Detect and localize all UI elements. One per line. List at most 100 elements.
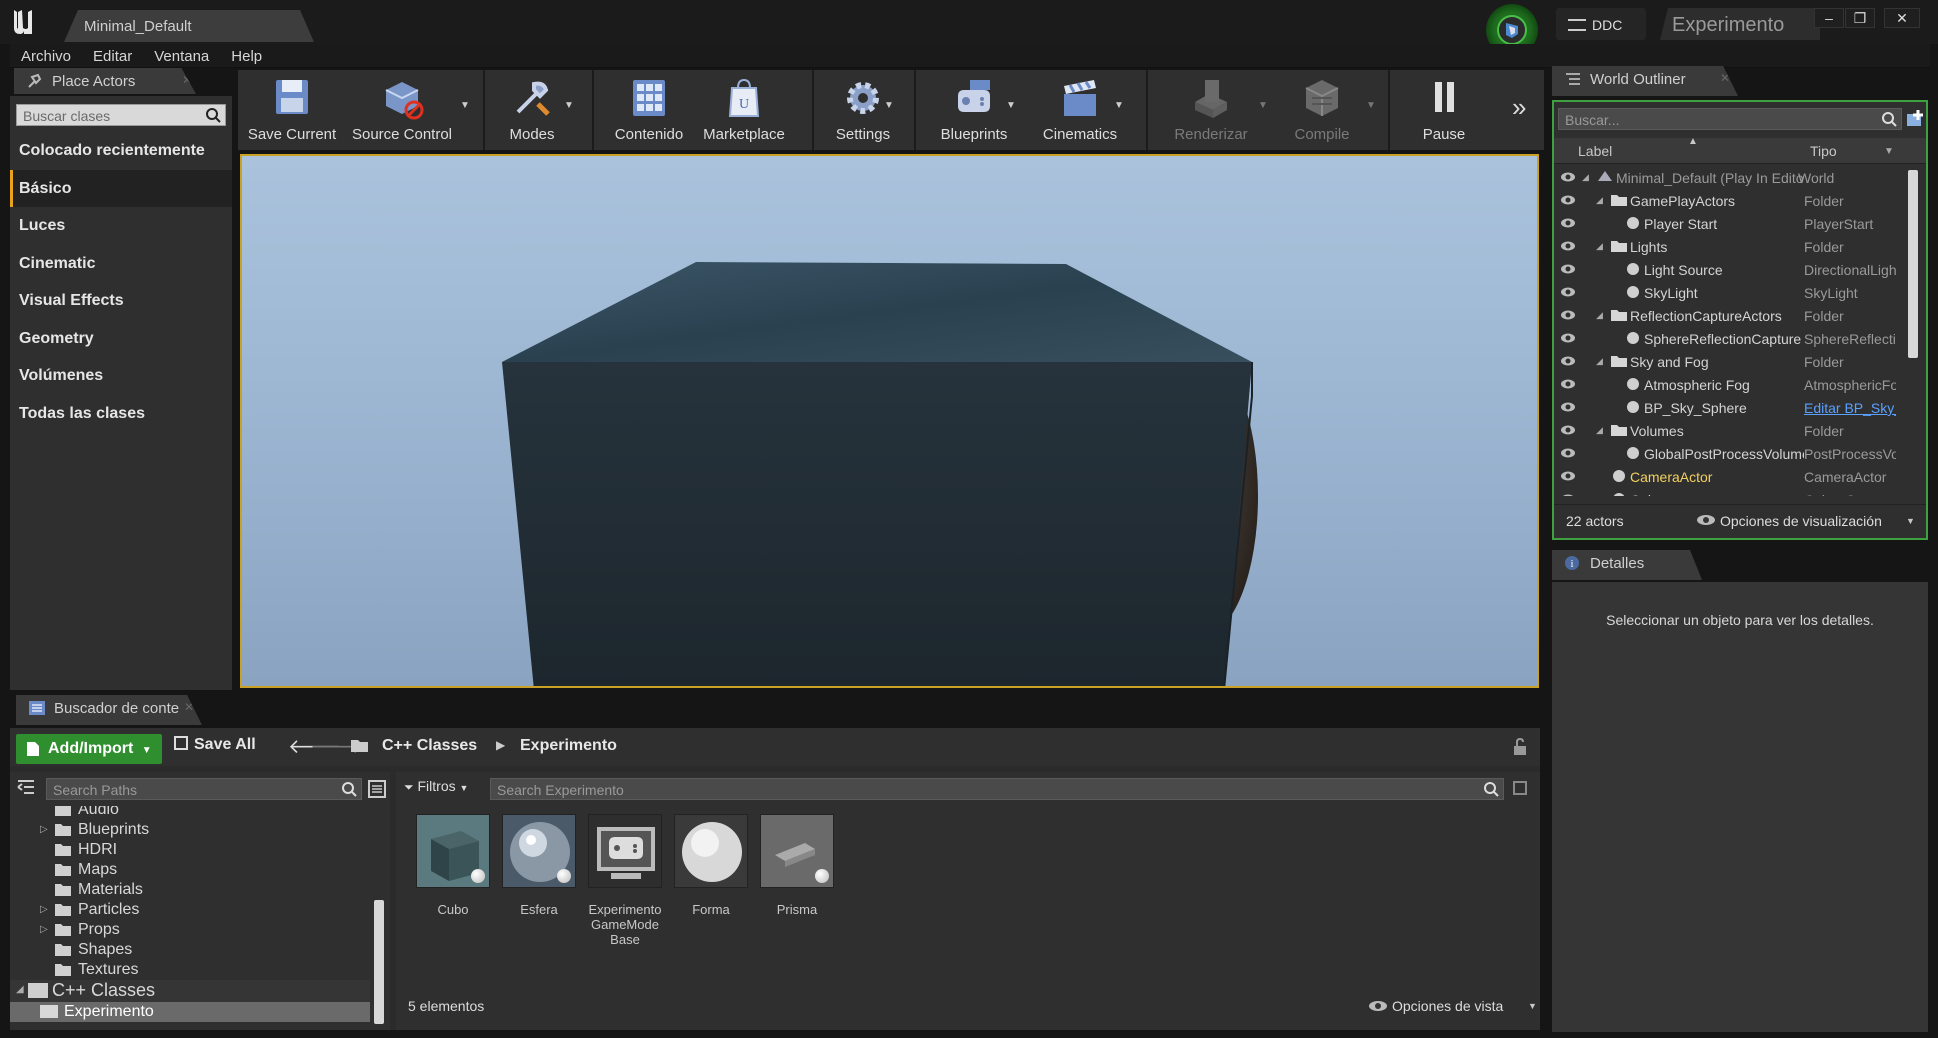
sources-toggle-icon[interactable] [16,778,36,796]
content-button[interactable]: Contenido [602,70,696,150]
expand-arrow-icon[interactable]: ◢ [1582,172,1589,183]
visibility-eye-icon[interactable] [1560,217,1576,229]
level-viewport[interactable] [240,154,1539,688]
tree-folder[interactable]: Materials [10,880,370,900]
visibility-eye-icon[interactable] [1560,240,1576,252]
outliner-row[interactable]: Light Source DirectionalLight [1554,258,1896,281]
outliner-row[interactable]: CuboCubo_C [1554,488,1894,496]
category-volumes[interactable]: Volúmenes [10,357,232,394]
asset-tile[interactable]: Experimento GameMode Base [586,814,664,947]
expand-arrow-icon[interactable]: ◢ [1596,195,1603,206]
visibility-eye-icon[interactable] [1560,493,1576,496]
tree-folder[interactable]: ▷ Props [10,920,370,940]
category-all-classes[interactable]: Todas las clases [10,395,232,432]
visibility-eye-icon[interactable] [1560,355,1576,367]
visibility-eye-icon[interactable] [1560,263,1576,275]
details-tab[interactable]: i Detalles ✕ [1552,550,1702,580]
category-basic[interactable]: Básico [10,170,232,207]
asset-tile[interactable]: Forma [672,814,750,917]
paths-search-input[interactable]: Search Paths [46,778,362,800]
tree-selected-folder[interactable]: Experimento [10,1002,370,1022]
outliner-scrollbar[interactable] [1908,170,1918,358]
edit-blueprint-link[interactable]: Editar BP_Sky_Sphere [1804,400,1896,416]
asset-tile[interactable]: Prisma [758,814,836,917]
asset-tile[interactable]: Cubo [414,814,492,917]
visibility-eye-icon[interactable] [1560,401,1576,413]
menu-archivo[interactable]: Archivo [10,44,82,65]
expand-arrow-icon[interactable]: ◢ [1596,356,1603,367]
world-outliner-tab[interactable]: World Outliner ✕ [1552,66,1738,96]
modes-button[interactable]: Modes [496,70,568,150]
add-import-button[interactable]: Add/Import ▼ [16,734,162,764]
breadcrumb-cpp-classes[interactable]: C++ Classes [382,737,477,755]
column-options-icon[interactable]: ▼ [1884,146,1894,157]
compile-dropdown-icon[interactable]: ▼ [1366,100,1376,111]
blueprints-dropdown-icon[interactable]: ▼ [1006,100,1016,111]
label-column-header[interactable]: Label [1578,143,1612,159]
visibility-eye-icon[interactable] [1560,332,1576,344]
outliner-row[interactable]: ◢ Volumes Folder [1554,419,1894,442]
outliner-row[interactable]: Atmospheric Fog AtmosphericFog [1554,373,1896,396]
close-tab-icon[interactable]: ✕ [182,73,192,87]
visibility-eye-icon[interactable] [1560,194,1576,206]
expand-arrow-icon[interactable]: ▷ [40,824,48,835]
pause-button[interactable]: Pause [1404,70,1484,150]
filters-button[interactable]: ⏷ Filtros ▼ [404,778,468,800]
menu-ventana[interactable]: Ventana [143,44,220,65]
outliner-row[interactable]: ◢ ReflectionCaptureActors Folder [1554,304,1894,327]
outliner-row[interactable]: ◢ Minimal_Default (Play In Editor) World [1554,166,1894,189]
visibility-eye-icon[interactable] [1560,447,1576,459]
outliner-row[interactable]: SkyLight SkyLight [1554,281,1894,304]
category-geometry[interactable]: Geometry [10,320,232,357]
close-tab-icon[interactable]: ✕ [1720,71,1730,85]
marketplace-button[interactable]: U Marketplace [696,70,792,150]
expand-arrow-icon[interactable]: ◢ [1596,425,1603,436]
breadcrumb-separator-icon[interactable]: ▶ [496,738,505,752]
compile-button[interactable]: Compile [1274,70,1370,150]
visibility-eye-icon[interactable] [1560,470,1576,482]
outliner-row[interactable]: CameraActor CameraActor [1554,465,1894,488]
save-current-button[interactable]: Save Current [244,70,340,150]
place-actors-tab[interactable]: Place Actors ✕ [14,68,196,94]
type-column-header[interactable]: Tipo [1810,143,1837,159]
cinematics-dropdown-icon[interactable]: ▼ [1114,100,1124,111]
minimize-button[interactable]: – [1814,8,1844,28]
tree-folder[interactable]: Shapes [10,940,370,960]
close-tab-icon[interactable]: ✕ [1718,555,1728,569]
modes-dropdown-icon[interactable]: ▼ [564,100,574,111]
visibility-eye-icon[interactable] [1560,424,1576,436]
outliner-row[interactable]: ◢ GamePlayActors Folder [1554,189,1894,212]
settings-dropdown-icon[interactable]: ▼ [884,100,894,111]
build-button[interactable]: Renderizar [1156,70,1266,150]
view-options-button[interactable]: Opciones de vista [1392,998,1503,1014]
view-options-dropdown-icon[interactable]: ▼ [1528,1001,1537,1011]
tree-folder[interactable]: HDRI [10,840,370,860]
outliner-row[interactable]: BP_Sky_Sphere Editar BP_Sky_Sphere [1554,396,1896,419]
asset-tile[interactable]: Esfera [500,814,578,917]
outliner-row[interactable]: Player Start PlayerStart [1554,212,1894,235]
tree-folder[interactable]: Maps [10,860,370,880]
source-control-button[interactable]: Source Control [346,70,458,150]
feedback-icon[interactable] [1497,15,1527,45]
class-search-input[interactable]: Buscar clases [16,104,226,126]
paths-scrollbar[interactable] [374,900,384,1024]
tree-folder[interactable]: ▷ Blueprints [10,820,370,840]
category-cinematic[interactable]: Cinematic [10,245,232,282]
visibility-eye-icon[interactable] [1560,378,1576,390]
tree-folder[interactable]: Textures [10,960,370,980]
save-all-button[interactable]: Save All [174,736,256,760]
expand-arrow-icon[interactable]: ◢ [1596,241,1603,252]
view-options-button[interactable]: Opciones de visualización [1720,513,1882,529]
category-visual-effects[interactable]: Visual Effects [10,282,232,319]
expand-arrow-icon[interactable]: ▷ [40,924,48,935]
level-tab[interactable]: Minimal_Default [64,10,314,42]
tree-folder[interactable]: Audio [10,806,370,820]
outliner-row[interactable]: GlobalPostProcessVolumePostProcessVolume [1554,442,1896,465]
close-tab-icon[interactable]: ✕ [184,700,194,714]
create-folder-icon[interactable] [1904,108,1926,130]
visibility-eye-icon[interactable] [1560,171,1576,183]
ddc-button[interactable]: DDC [1556,8,1646,40]
category-recent[interactable]: Colocado recientemente [10,132,232,169]
outliner-row[interactable]: ◢ Lights Folder [1554,235,1894,258]
restore-button[interactable]: ❐ [1845,8,1875,28]
